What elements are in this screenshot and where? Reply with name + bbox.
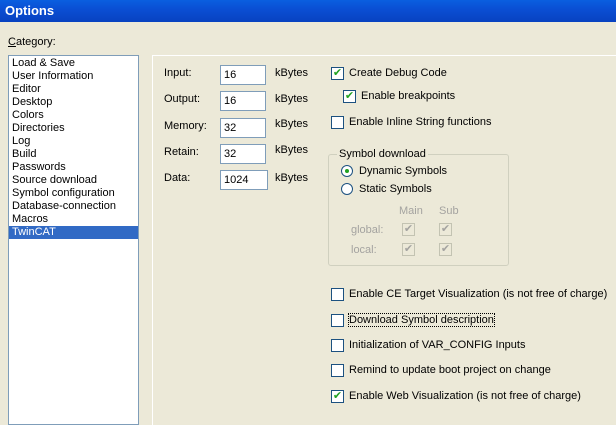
ce-target-vis-checkbox[interactable] [331,288,344,301]
check-mark-icon: ✔ [332,67,343,79]
local-sub-checkbox[interactable]: ✔ [439,243,452,256]
category-list[interactable]: Load & Save User Information Editor Desk… [8,55,139,425]
input-field[interactable]: 16 [220,65,266,85]
category-item-source-download[interactable]: Source download [9,174,138,187]
data-unit: kBytes [275,172,309,184]
inline-string-label: Enable Inline String functions [349,116,492,128]
create-debug-checkbox[interactable]: ✔ [331,67,344,80]
local-main-checkbox[interactable]: ✔ [402,243,415,256]
check-mark-icon: ✔ [440,223,451,235]
main-column-label: Main [399,205,423,217]
category-item-macros[interactable]: Macros [9,213,138,226]
retain-field[interactable]: 32 [220,144,266,164]
retain-unit: kBytes [275,144,309,156]
ce-target-vis-label: Enable CE Target Visualization (is not f… [349,288,608,300]
check-mark-icon: ✔ [332,390,343,402]
category-item-build[interactable]: Build [9,148,138,161]
input-label: Input: [164,67,192,79]
download-symbol-desc-checkbox[interactable] [331,314,344,327]
category-item-load-save[interactable]: Load & Save [9,57,138,70]
output-field[interactable]: 16 [220,91,266,111]
check-mark-icon: ✔ [403,243,414,255]
category-item-symbol-configuration[interactable]: Symbol configuration [9,187,138,200]
category-item-directories[interactable]: Directories [9,122,138,135]
global-row-label: global: [351,224,384,236]
category-label: Category: [8,36,56,48]
local-row-label: local: [351,244,377,256]
enable-breakpoints-label: Enable breakpoints [361,90,456,102]
remind-boot-label: Remind to update boot project on change [349,364,551,376]
inline-string-checkbox[interactable] [331,116,344,129]
web-vis-label: Enable Web Visualization (is not free of… [349,390,581,402]
category-item-database-connection[interactable]: Database-connection [9,200,138,213]
check-mark-icon: ✔ [403,223,414,235]
category-item-user-information[interactable]: User Information [9,70,138,83]
symbol-download-title: Symbol download [337,148,428,160]
memory-unit: kBytes [275,118,309,130]
init-var-config-label: Initialization of VAR_CONFIG Inputs [349,339,526,351]
memory-field[interactable]: 32 [220,118,266,138]
output-label: Output: [164,93,201,105]
create-debug-label: Create Debug Code [349,67,447,79]
category-item-passwords[interactable]: Passwords [9,161,138,174]
download-symbol-desc-label: Download Symbol description [348,313,495,327]
options-panel: Input: 16 kBytes Output: 16 kBytes Memor… [152,55,616,425]
memory-label: Memory: [164,120,207,132]
check-mark-icon: ✔ [440,243,451,255]
category-item-desktop[interactable]: Desktop [9,96,138,109]
category-item-log[interactable]: Log [9,135,138,148]
static-symbols-radio[interactable] [341,183,353,195]
category-item-colors[interactable]: Colors [9,109,138,122]
global-sub-checkbox[interactable]: ✔ [439,223,452,236]
category-item-twincat[interactable]: TwinCAT [9,226,138,239]
static-symbols-label: Static Symbols [359,183,432,195]
remind-boot-checkbox[interactable] [331,364,344,377]
enable-breakpoints-checkbox[interactable]: ✔ [343,90,356,103]
data-field[interactable]: 1024 [220,170,268,190]
sub-column-label: Sub [439,205,459,217]
web-vis-checkbox[interactable]: ✔ [331,390,344,403]
init-var-config-checkbox[interactable] [331,339,344,352]
check-mark-icon: ✔ [344,90,355,102]
dynamic-symbols-label: Dynamic Symbols [359,165,448,177]
dynamic-symbols-radio[interactable] [341,165,353,177]
output-unit: kBytes [275,93,309,105]
input-unit: kBytes [275,67,309,79]
data-label: Data: [164,172,191,184]
category-item-editor[interactable]: Editor [9,83,138,96]
global-main-checkbox[interactable]: ✔ [402,223,415,236]
window-title: Options [0,0,616,22]
retain-label: Retain: [164,146,199,158]
